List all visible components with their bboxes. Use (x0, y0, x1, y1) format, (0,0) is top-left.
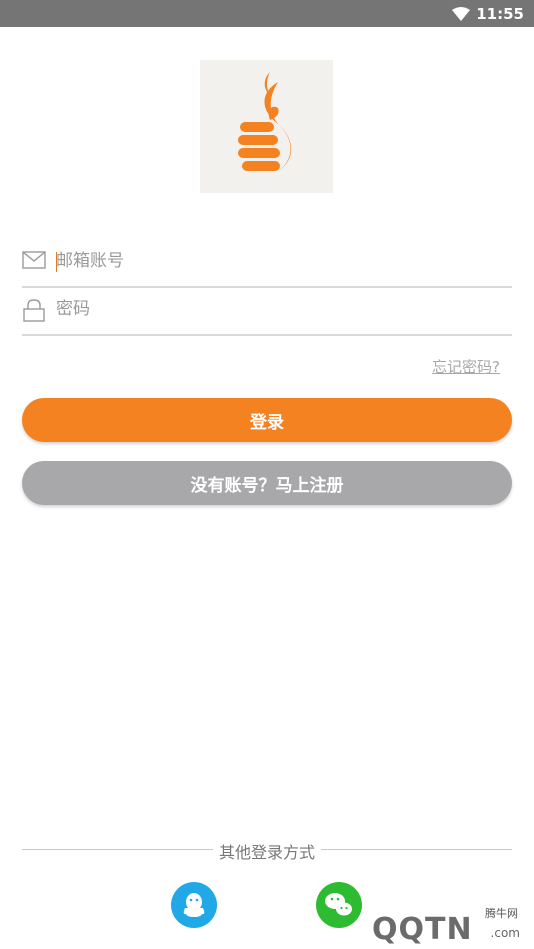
watermark-suffix: .com (490, 926, 520, 940)
password-field[interactable] (22, 286, 512, 336)
text-cursor (56, 252, 57, 272)
status-time: 11:55 (476, 5, 524, 23)
watermark-brand: QQTN (372, 912, 473, 947)
qq-icon (183, 893, 205, 917)
envelope-icon (22, 250, 46, 274)
qq-login-button[interactable] (171, 882, 217, 928)
other-login-label: 其他登录方式 (212, 843, 321, 862)
watermark-site-label: 腾牛网 (485, 907, 518, 920)
thumbs-up-flame-logo (238, 72, 292, 171)
other-login-section: 其他登录方式 (0, 839, 534, 863)
forgot-password-link[interactable]: 忘记密码? (432, 356, 500, 377)
wifi-icon (452, 6, 470, 25)
watermark: 腾牛网 QQTN .com (338, 900, 528, 947)
password-input[interactable] (56, 292, 496, 326)
status-bar: 11:55 (0, 0, 534, 27)
email-input[interactable] (56, 244, 496, 278)
register-button[interactable]: 没有账号？马上注册 (22, 461, 512, 505)
lock-icon (22, 298, 46, 326)
app-logo (200, 60, 333, 193)
login-button[interactable]: 登录 (22, 398, 512, 442)
email-field[interactable] (22, 238, 512, 288)
